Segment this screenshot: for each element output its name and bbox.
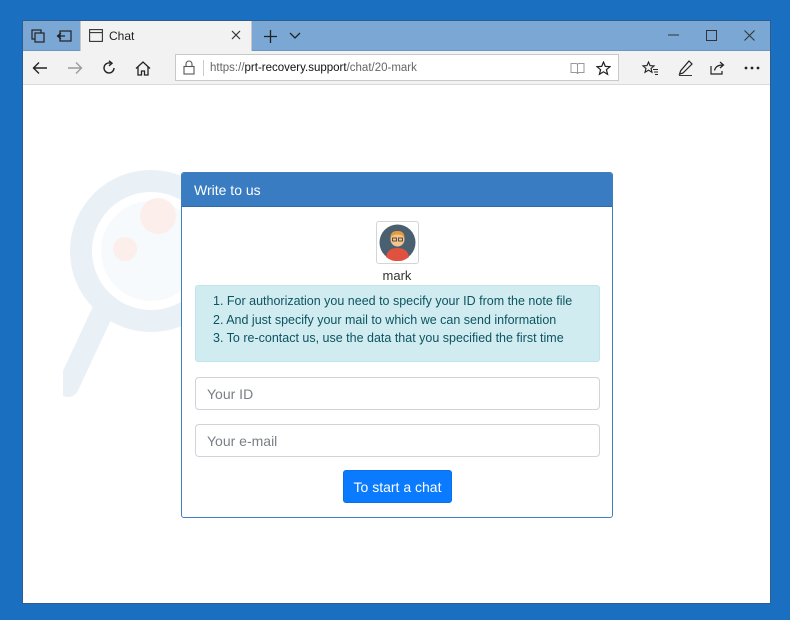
forward-icon[interactable] xyxy=(63,57,87,79)
chat-card: Write to us mark 1. For authorization yo… xyxy=(181,172,613,518)
tab-strip: Chat xyxy=(23,21,770,51)
url-path: /chat/20-mark xyxy=(346,62,417,74)
user-avatar-icon xyxy=(379,224,416,261)
home-icon[interactable] xyxy=(131,57,155,79)
chevron-down-icon[interactable] xyxy=(285,26,305,46)
url-text: https://prt-recovery.support/chat/20-mar… xyxy=(210,62,417,74)
lock-icon xyxy=(183,60,197,76)
instruction-item: 3. To re-contact us, use the data that y… xyxy=(213,331,564,345)
back-icon[interactable] xyxy=(28,57,52,79)
tab-title: Chat xyxy=(109,29,135,43)
page-icon xyxy=(89,29,103,47)
url-scheme: https:// xyxy=(210,62,245,74)
more-icon[interactable] xyxy=(740,57,764,79)
plus-icon[interactable] xyxy=(260,26,280,46)
favorites-list-icon[interactable] xyxy=(638,57,662,79)
page-content: Write to us mark 1. For authorization yo… xyxy=(23,86,770,603)
favorite-star-icon[interactable] xyxy=(594,59,612,77)
tab-manager-icon[interactable] xyxy=(26,25,50,47)
refresh-icon[interactable] xyxy=(97,57,121,79)
navigation-toolbar: https://prt-recovery.support/chat/20-mar… xyxy=(23,51,770,85)
id-input[interactable] xyxy=(195,377,600,410)
reading-view-icon[interactable] xyxy=(568,59,586,77)
instruction-item: 1. For authorization you need to specify… xyxy=(213,294,573,308)
share-icon[interactable] xyxy=(706,57,730,79)
avatar xyxy=(376,221,419,264)
address-bar[interactable]: https://prt-recovery.support/chat/20-mar… xyxy=(175,54,619,81)
email-input[interactable] xyxy=(195,424,600,457)
set-aside-tabs-icon[interactable] xyxy=(52,25,76,47)
instruction-item: 2. And just specify your mail to which w… xyxy=(213,312,557,327)
url-host: prt-recovery.support xyxy=(244,62,347,74)
start-chat-button[interactable]: To start a chat xyxy=(343,470,452,503)
browser-window: Chat https://prt-recovery.support/chat/2… xyxy=(22,20,771,604)
minimize-icon[interactable] xyxy=(659,24,687,46)
divider xyxy=(203,60,204,76)
instructions-alert: 1. For authorization you need to specify… xyxy=(195,285,600,362)
pen-icon[interactable] xyxy=(673,57,697,79)
close-icon[interactable] xyxy=(227,26,245,44)
active-tab[interactable]: Chat xyxy=(80,21,252,51)
maximize-icon[interactable] xyxy=(697,24,725,46)
card-header: Write to us xyxy=(182,173,612,207)
close-icon[interactable] xyxy=(735,24,763,46)
username: mark xyxy=(382,268,412,283)
